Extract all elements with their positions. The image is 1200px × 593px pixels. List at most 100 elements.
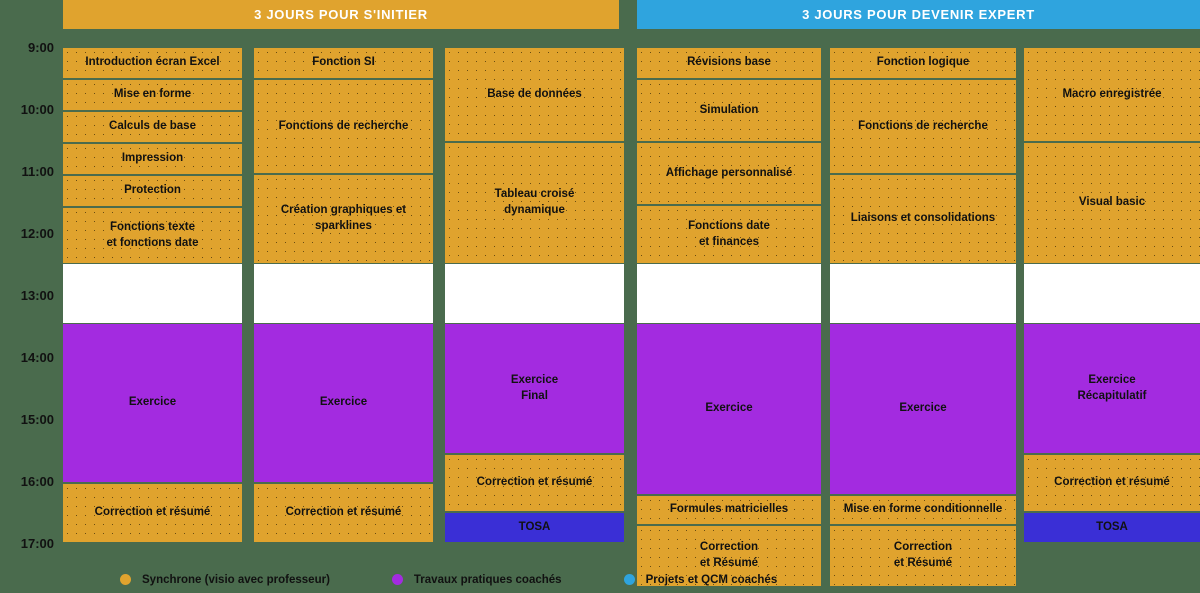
schedule-block-label: Simulation	[699, 103, 759, 116]
schedule-block[interactable]: Liaisons et consolidations	[830, 174, 1016, 264]
time-label: 16:00	[20, 474, 54, 489]
schedule-block[interactable]: Révisions base	[637, 47, 821, 79]
schedule-block-label: Formules matricielles	[669, 503, 789, 516]
schedule-block[interactable]: Exercice	[254, 323, 433, 483]
schedule-block-label: Fonctions date et finances	[688, 219, 770, 248]
schedule-block[interactable]: Macro enregistrée	[1024, 47, 1200, 142]
schedule-block-label: Fonction SI	[312, 56, 375, 69]
circle-dot-icon	[623, 574, 635, 585]
schedule-block-label: Exercice	[705, 402, 753, 415]
schedule-block[interactable]: Mise en forme	[63, 79, 242, 111]
legend-item: Projets et QCM coachés	[623, 573, 778, 586]
legend-label: Synchrone (visio avec professeur)	[142, 573, 330, 586]
lunch-break-slot	[63, 264, 242, 323]
schedule-block-label: Fonctions texte et fonctions date	[106, 220, 199, 249]
schedule-block[interactable]: Fonction SI	[254, 47, 433, 79]
schedule-block-label: Mise en forme conditionnelle	[843, 503, 1003, 516]
schedule-block-label: Affichage personnalisé	[665, 166, 793, 179]
time-label: 14:00	[20, 350, 54, 365]
schedule-block[interactable]: Introduction écran Excel	[63, 47, 242, 79]
schedule-column-day-2: Fonction SI Fonctions de recherche Créatio…	[254, 47, 433, 543]
circle-dot-icon	[391, 574, 403, 585]
schedule-column-day-4: Révisions base Simulation Affichage person…	[637, 47, 821, 587]
legend: Synchrone (visio avec professeur) Travaux…	[0, 566, 1200, 593]
schedule-block[interactable]: Création graphiques et sparklines	[254, 174, 433, 264]
schedule-column-day-5: Fonction logique Fonctions de recherche Li…	[830, 47, 1016, 587]
legend-label: Projets et QCM coachés	[645, 573, 778, 586]
schedule-block-label: TOSA	[518, 520, 551, 533]
schedule-block-label: Base de données	[487, 87, 582, 100]
schedule-block[interactable]: Affichage personnalisé	[637, 142, 821, 205]
time-label: 12:00	[20, 226, 54, 241]
lunch-break-slot	[254, 264, 433, 323]
time-label: 11:00	[21, 164, 54, 179]
time-label: 15:00	[20, 412, 54, 427]
circle-dot-icon	[120, 574, 131, 585]
schedule-block[interactable]: Correction et résumé	[1024, 454, 1200, 512]
legend-item: Synchrone (visio avec professeur)	[120, 574, 330, 586]
schedule-block[interactable]: Fonctions de recherche	[254, 79, 433, 174]
schedule-block-label: Macro enregistrée	[1062, 87, 1162, 100]
schedule-block[interactable]: Exercice Récapitulatif	[1024, 323, 1200, 454]
schedule-block[interactable]: Fonctions texte et fonctions date	[63, 207, 242, 264]
schedule-block[interactable]: Correction et résumé	[445, 454, 624, 512]
schedule-column-day-6: Macro enregistrée Visual basic Exercice Réc…	[1024, 47, 1200, 543]
schedule-block[interactable]: Base de données	[445, 47, 624, 142]
schedule-column-day-1: Introduction écran Excel Mise en forme Cal…	[63, 47, 242, 543]
track-header-initier: 3 JOURS POUR S'INITIER	[63, 0, 619, 29]
schedule-block[interactable]: TOSA	[1024, 512, 1200, 543]
schedule-block-label: Exercice	[128, 396, 177, 409]
schedule-block[interactable]: Protection	[63, 175, 242, 207]
schedule-block-label: Correction et résumé	[285, 506, 402, 519]
lunch-break-slot	[830, 264, 1016, 323]
schedule-block-label: Correction et résumé	[94, 506, 211, 519]
legend-item: Travaux pratiques coachés	[391, 573, 562, 586]
lunch-break-slot	[445, 264, 624, 323]
schedule-block-label: Révisions base	[687, 56, 771, 69]
lunch-break-slot	[637, 264, 821, 323]
schedule-block-label: Tableau croisé dynamique	[494, 188, 575, 216]
schedule-block[interactable]: Exercice	[63, 323, 242, 483]
schedule-block[interactable]: Tableau croisé dynamique	[445, 142, 624, 264]
schedule-block-label: Fonctions de recherche	[278, 119, 409, 132]
schedule-block-label: Exercice	[899, 402, 947, 415]
time-label: 10:00	[20, 102, 54, 117]
lunch-break-slot	[1024, 264, 1200, 323]
schedule-block-label: TOSA	[1096, 520, 1128, 533]
schedule-block-label: Mise en forme	[113, 88, 192, 101]
schedule-block[interactable]: Exercice	[637, 323, 821, 495]
schedule-block-label: Fonctions de recherche	[858, 119, 988, 132]
schedule-block-label: Correction et résumé	[476, 476, 593, 489]
schedule-block[interactable]: TOSA	[445, 512, 624, 543]
schedule-block-label: Introduction écran Excel	[85, 56, 220, 69]
schedule-root: 3 JOURS POUR S'INITIER 3 JOURS POUR DEVE…	[0, 0, 1200, 593]
schedule-block[interactable]: Visual basic	[1024, 142, 1200, 264]
schedule-block[interactable]: Correction et résumé	[254, 483, 433, 543]
schedule-column-day-3: Base de données Tableau croisé dynamique Ex…	[445, 47, 624, 543]
track-header-expert: 3 JOURS POUR DEVENIR EXPERT	[637, 0, 1200, 29]
schedule-block[interactable]: Impression	[63, 143, 242, 175]
legend-label: Travaux pratiques coachés	[413, 573, 562, 586]
schedule-block-label: Protection	[124, 184, 181, 197]
schedule-block[interactable]: Fonction logique	[830, 47, 1016, 79]
schedule-block-label: Calculs de base	[109, 120, 196, 133]
schedule-block-label: Exercice	[319, 396, 368, 409]
schedule-block[interactable]: Exercice Final	[445, 323, 624, 454]
schedule-block-label: Correction et résumé	[1054, 476, 1170, 489]
schedule-block[interactable]: Correction et résumé	[63, 483, 242, 543]
schedule-block-label: Création graphiques et sparklines	[280, 204, 407, 232]
schedule-block[interactable]: Mise en forme conditionnelle	[830, 495, 1016, 525]
schedule-block-label: Liaisons et consolidations	[850, 212, 996, 225]
schedule-block[interactable]: Exercice	[830, 323, 1016, 495]
time-label: 13:00	[20, 288, 54, 303]
schedule-block[interactable]: Simulation	[637, 79, 821, 142]
time-label: 17:00	[20, 536, 54, 551]
time-label: 9:00	[27, 40, 54, 55]
schedule-block[interactable]: Fonctions date et finances	[637, 205, 821, 264]
schedule-block-label: Impression	[121, 152, 184, 165]
schedule-block[interactable]: Fonctions de recherche	[830, 79, 1016, 174]
schedule-block-label: Exercice Final	[510, 373, 559, 402]
schedule-block[interactable]: Formules matricielles	[637, 495, 821, 525]
schedule-block[interactable]: Calculs de base	[63, 111, 242, 143]
schedule-block-label: Visual basic	[1078, 196, 1146, 209]
